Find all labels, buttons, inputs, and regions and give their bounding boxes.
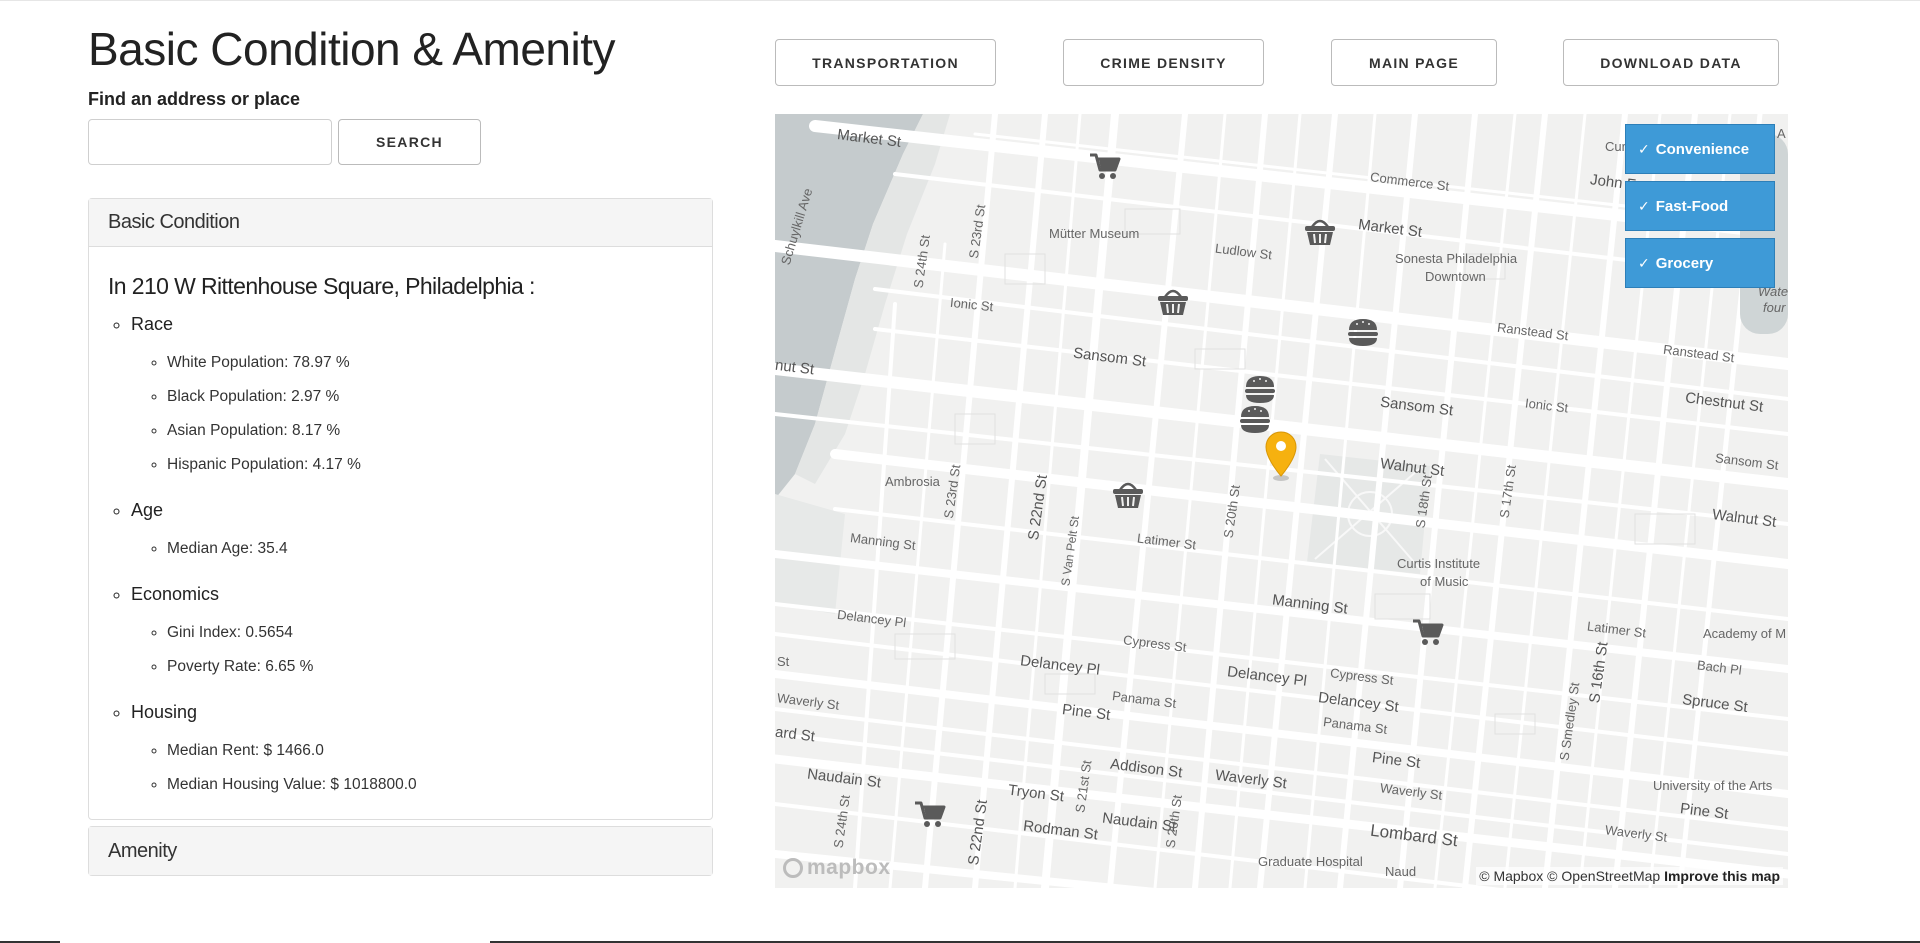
category-age: Age Median Age: 35.4 (131, 496, 693, 566)
map-label: of Music (1420, 574, 1469, 589)
crime-density-button[interactable]: CRIME DENSITY (1063, 39, 1264, 86)
page-title: Basic Condition & Amenity (88, 23, 616, 75)
map-label: Mütter Museum (1049, 226, 1140, 241)
map-view[interactable]: Market St Schuylkill Ave S 24th St S 23r… (775, 114, 1788, 888)
layer-label: Convenience (1655, 140, 1750, 158)
map-label: Sonesta Philadelphia (1395, 251, 1518, 266)
economics-items: Gini Index: 0.5654 Poverty Rate: 6.65 % (131, 616, 693, 684)
grocery-cart-icon[interactable] (1410, 614, 1446, 650)
basket-icon[interactable] (1110, 476, 1146, 512)
map-label: University of the Arts (1653, 778, 1773, 793)
condition-category-list: Race White Population: 78.97 % Black Pop… (108, 310, 693, 802)
mapbox-logo-text: mapbox (807, 856, 891, 879)
map-label: Graduate Hospital (1258, 854, 1363, 869)
address-line: In 210 W Rittenhouse Square, Philadelphi… (108, 273, 535, 299)
list-item: Hispanic Population: 4.17 % (167, 448, 693, 482)
list-item: White Population: 78.97 % (167, 346, 693, 380)
map-label: St (777, 654, 790, 669)
location-marker-icon[interactable] (1263, 430, 1299, 482)
basic-condition-header[interactable]: Basic Condition (89, 199, 712, 247)
category-economics: Economics Gini Index: 0.5654 Poverty Rat… (131, 580, 693, 684)
map-label: Ambrosia (885, 474, 940, 489)
download-data-button[interactable]: DOWNLOAD DATA (1563, 39, 1779, 86)
layer-toggle-convenience[interactable]: ✓ Convenience (1625, 124, 1775, 174)
list-item: Median Housing Value: $ 1018800.0 (167, 768, 693, 802)
layer-label: Grocery (1655, 254, 1714, 272)
map-label: four (1763, 300, 1786, 315)
check-icon: ✓ (1638, 197, 1650, 214)
race-items: White Population: 78.97 % Black Populati… (131, 346, 693, 482)
search-button[interactable]: SEARCH (338, 119, 481, 165)
map-label: A (1777, 126, 1786, 141)
basic-condition-body: In 210 W Rittenhouse Square, Philadelphi… (89, 247, 712, 802)
burger-icon[interactable] (1345, 315, 1381, 351)
map-label: Academy of M (1703, 626, 1787, 641)
category-name: Housing (131, 702, 198, 722)
mapbox-logo[interactable]: mapbox (783, 856, 891, 880)
basket-icon[interactable] (1155, 283, 1191, 319)
list-item: Black Population: 2.97 % (167, 380, 693, 414)
map-label: Cur (1605, 139, 1626, 154)
grocery-cart-icon[interactable] (1087, 148, 1123, 184)
top-border (0, 0, 1920, 1)
layer-label: Fast-Food (1655, 197, 1729, 215)
check-icon: ✓ (1638, 140, 1650, 157)
improve-map-link[interactable]: Improve this map (1664, 868, 1780, 884)
map-label: Downtown (1425, 269, 1486, 284)
list-item: Gini Index: 0.5654 (167, 616, 693, 650)
map-label: Curtis Institute (1397, 556, 1481, 571)
age-items: Median Age: 35.4 (131, 532, 693, 566)
search-input[interactable] (88, 119, 332, 165)
category-name: Economics (131, 584, 220, 604)
map-attribution: © Mapbox © OpenStreetMap Improve this ma… (1476, 867, 1783, 885)
layer-toggle-grocery[interactable]: ✓ Grocery (1625, 238, 1775, 288)
category-housing: Housing Median Rent: $ 1466.0 Median Hou… (131, 698, 693, 802)
category-name: Age (131, 500, 164, 520)
list-item: Median Age: 35.4 (167, 532, 693, 566)
map-label: Naud (1385, 864, 1417, 879)
transportation-button[interactable]: TRANSPORTATION (775, 39, 996, 86)
basket-icon[interactable] (1302, 213, 1338, 249)
check-icon: ✓ (1638, 254, 1650, 271)
main-page-button[interactable]: MAIN PAGE (1331, 39, 1497, 86)
amenity-panel: Amenity (88, 826, 713, 876)
list-item: Asian Population: 8.17 % (167, 414, 693, 448)
amenity-header[interactable]: Amenity (89, 827, 712, 875)
basic-condition-panel: Basic Condition In 210 W Rittenhouse Squ… (88, 198, 713, 820)
grocery-cart-icon[interactable] (912, 796, 948, 832)
layer-toggle-fast-food[interactable]: ✓ Fast-Food (1625, 181, 1775, 231)
category-race: Race White Population: 78.97 % Black Pop… (131, 310, 693, 482)
attribution-text[interactable]: © Mapbox © OpenStreetMap (1479, 868, 1660, 884)
find-address-label: Find an address or place (88, 89, 301, 109)
list-item: Median Rent: $ 1466.0 (167, 734, 693, 768)
mapbox-logo-icon (783, 858, 803, 878)
category-name: Race (131, 314, 174, 334)
list-item: Poverty Rate: 6.65 % (167, 650, 693, 684)
housing-items: Median Rent: $ 1466.0 Median Housing Val… (131, 734, 693, 802)
